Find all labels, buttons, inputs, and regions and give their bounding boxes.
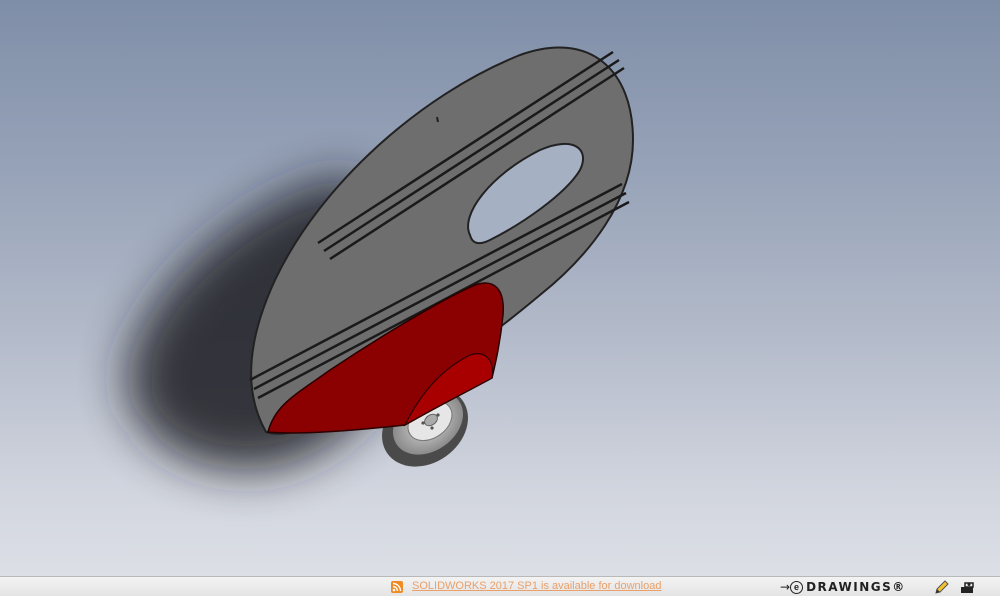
edrawings-logo: → e DRAWINGS®: [780, 578, 906, 596]
rss-icon[interactable]: [391, 581, 403, 593]
measure-icon[interactable]: [959, 579, 977, 595]
edrawings-e-icon: e: [790, 580, 804, 594]
edrawings-window: SOLIDWORKS 2017 SP1 is available for dow…: [0, 0, 1000, 596]
brand-name: DRAWINGS®: [806, 580, 906, 594]
model-viewport[interactable]: [0, 0, 1000, 576]
status-bar: SOLIDWORKS 2017 SP1 is available for dow…: [0, 576, 1000, 596]
news-link[interactable]: SOLIDWORKS 2017 SP1 is available for dow…: [412, 580, 661, 592]
arrow-icon: →: [780, 580, 791, 594]
model-canvas: [127, 46, 635, 471]
pencil-icon[interactable]: [933, 579, 951, 595]
